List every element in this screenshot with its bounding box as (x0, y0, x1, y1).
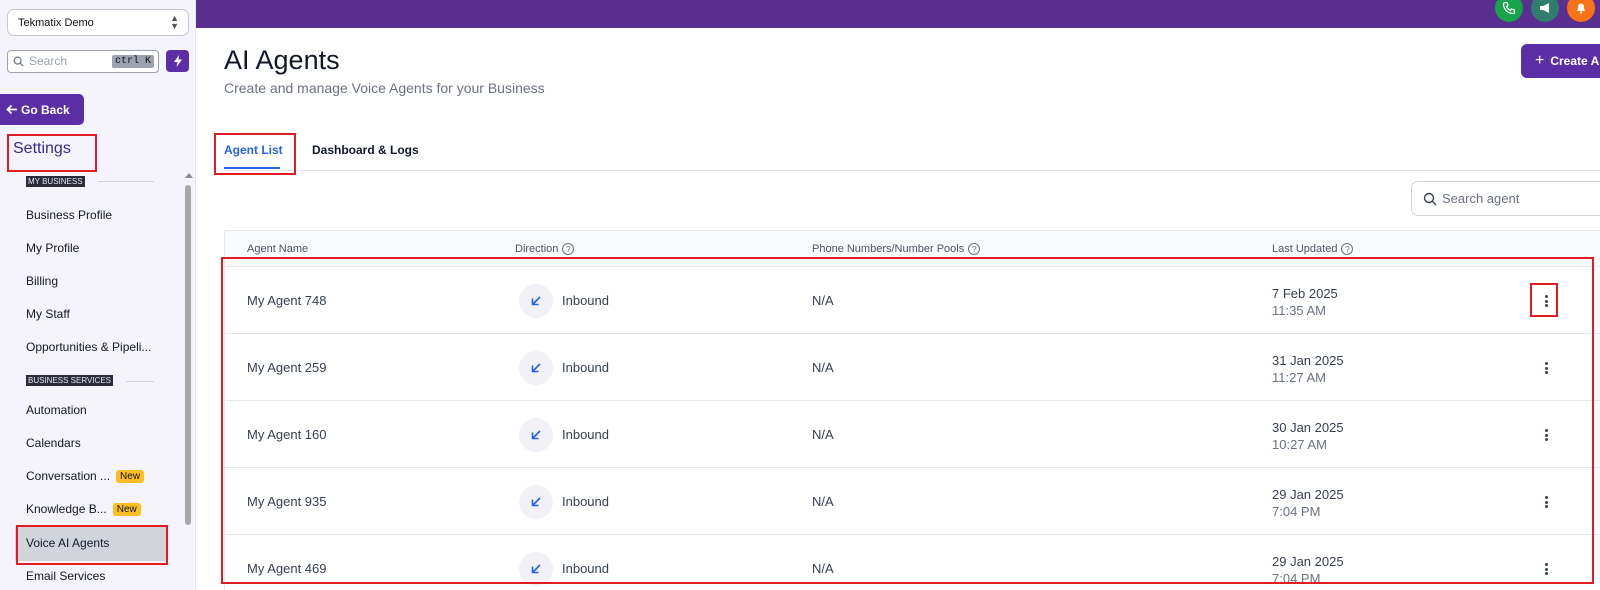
help-icon[interactable]: ? (1341, 243, 1354, 255)
sidebar-item-billing[interactable]: Billing (26, 274, 58, 288)
plus-icon: + (1535, 52, 1545, 69)
column-header-agent-name: Agent Name (247, 243, 308, 255)
new-badge: New (116, 469, 145, 483)
go-back-label: Go Back (21, 102, 70, 117)
highlight-box-voice-ai-agents (16, 525, 168, 565)
section-divider (126, 381, 154, 382)
new-badge: New (112, 502, 141, 516)
sidebar-item-my-staff[interactable]: My Staff (26, 307, 70, 321)
create-agent-button[interactable]: + Create A (1521, 44, 1600, 78)
sidebar-scrollbar[interactable] (185, 185, 191, 525)
sidebar-item-business-profile[interactable]: Business Profile (26, 208, 112, 222)
app-root: Tekmatix Demo ▲ ▼ Search ctrl K Go Back S… (0, 0, 1600, 590)
search-icon (1423, 192, 1437, 206)
sidebar-item-my-profile[interactable]: My Profile (26, 241, 79, 255)
search-icon (13, 56, 24, 67)
sidebar-item-label: Billing (26, 274, 59, 288)
go-back-button[interactable]: Go Back (0, 94, 84, 125)
column-header-label: Phone Numbers/Number Pools (812, 243, 965, 255)
sidebar: Tekmatix Demo ▲ ▼ Search ctrl K Go Back S… (0, 0, 196, 590)
column-header-last-updated: Last Updated? (1272, 243, 1354, 255)
highlight-box-settings (7, 134, 97, 172)
lightning-icon (173, 55, 182, 67)
sidebar-item-conversation[interactable]: Conversation ... New (26, 469, 145, 483)
sidebar-item-label: My Profile (26, 241, 80, 255)
search-shortcut: ctrl K (111, 55, 154, 68)
sidebar-item-opportunities[interactable]: Opportunities & Pipeli... (26, 340, 151, 354)
search-placeholder: Search (29, 54, 68, 68)
location-switcher[interactable]: Tekmatix Demo ▲ ▼ (7, 9, 189, 36)
column-header-phone-numbers: Phone Numbers/Number Pools? (812, 243, 981, 255)
section-label-business-services: BUSINESS SERVICES (26, 375, 113, 386)
column-header-label: Last Updated (1272, 243, 1338, 255)
location-name: Tekmatix Demo (18, 17, 94, 29)
top-bar (196, 0, 1600, 28)
sidebar-item-calendars[interactable]: Calendars (26, 436, 81, 450)
highlight-box-agent-list (214, 133, 296, 175)
column-header-label: Direction (515, 243, 559, 255)
sidebar-item-label: Conversation ... (26, 469, 111, 483)
help-icon[interactable]: ? (968, 243, 981, 255)
create-button-label: Create A (1550, 54, 1600, 68)
sidebar-search-input[interactable]: Search ctrl K (7, 50, 159, 73)
column-header-direction: Direction? (515, 243, 575, 255)
highlight-box-more-options (1530, 283, 1558, 317)
sidebar-item-label: Email Services (26, 569, 106, 583)
column-header-label: Agent Name (247, 243, 309, 255)
highlight-box-agent-rows (221, 257, 1594, 584)
sidebar-item-label: My Staff (26, 307, 70, 321)
tabs-divider (224, 170, 1600, 171)
help-icon[interactable]: ? (562, 243, 575, 255)
quick-actions-button[interactable] (166, 50, 189, 72)
sidebar-item-automation[interactable]: Automation (26, 403, 87, 417)
arrow-left-icon (6, 104, 17, 115)
chevron-up-down-icon: ▲ ▼ (170, 13, 179, 31)
sidebar-item-label: Opportunities & Pipeli... (26, 340, 152, 354)
agent-search-placeholder: Search agent (1442, 191, 1520, 206)
section-label-my-business: MY BUSINESS (26, 176, 85, 187)
agent-search-input[interactable]: Search agent (1411, 181, 1600, 216)
sidebar-item-label: Automation (26, 403, 87, 417)
sidebar-item-label: Knowledge B... (26, 502, 107, 516)
tab-dashboard-logs[interactable]: Dashboard & Logs (312, 143, 419, 157)
scroll-up-arrow[interactable] (185, 173, 193, 178)
phone-icon[interactable] (1495, 0, 1523, 22)
sidebar-item-label: Business Profile (26, 208, 113, 222)
bell-icon[interactable] (1567, 0, 1595, 22)
sidebar-item-label: Calendars (26, 436, 81, 450)
sidebar-item-knowledge-base[interactable]: Knowledge B... New (26, 502, 141, 516)
megaphone-icon[interactable] (1531, 0, 1559, 22)
section-divider (98, 181, 154, 182)
page-subtitle: Create and manage Voice Agents for your … (224, 80, 545, 96)
sidebar-item-email-services[interactable]: Email Services (26, 569, 105, 583)
page-title: AI Agents (224, 45, 340, 75)
